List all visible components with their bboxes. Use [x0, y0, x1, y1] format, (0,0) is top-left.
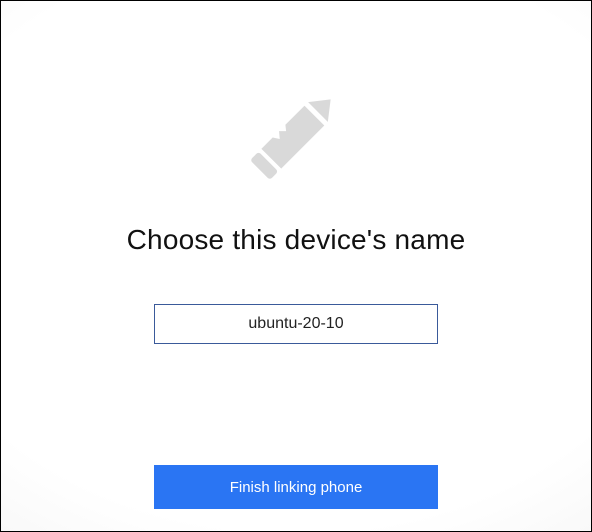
dialog-heading: Choose this device's name: [127, 224, 466, 256]
pencil-icon: [241, 79, 351, 194]
device-name-dialog: Choose this device's name Finish linking…: [0, 0, 592, 532]
device-name-field-wrap: [154, 304, 438, 344]
device-name-input[interactable]: [154, 304, 438, 344]
finish-linking-button[interactable]: Finish linking phone: [154, 465, 438, 509]
dialog-content: Choose this device's name Finish linking…: [1, 1, 591, 531]
